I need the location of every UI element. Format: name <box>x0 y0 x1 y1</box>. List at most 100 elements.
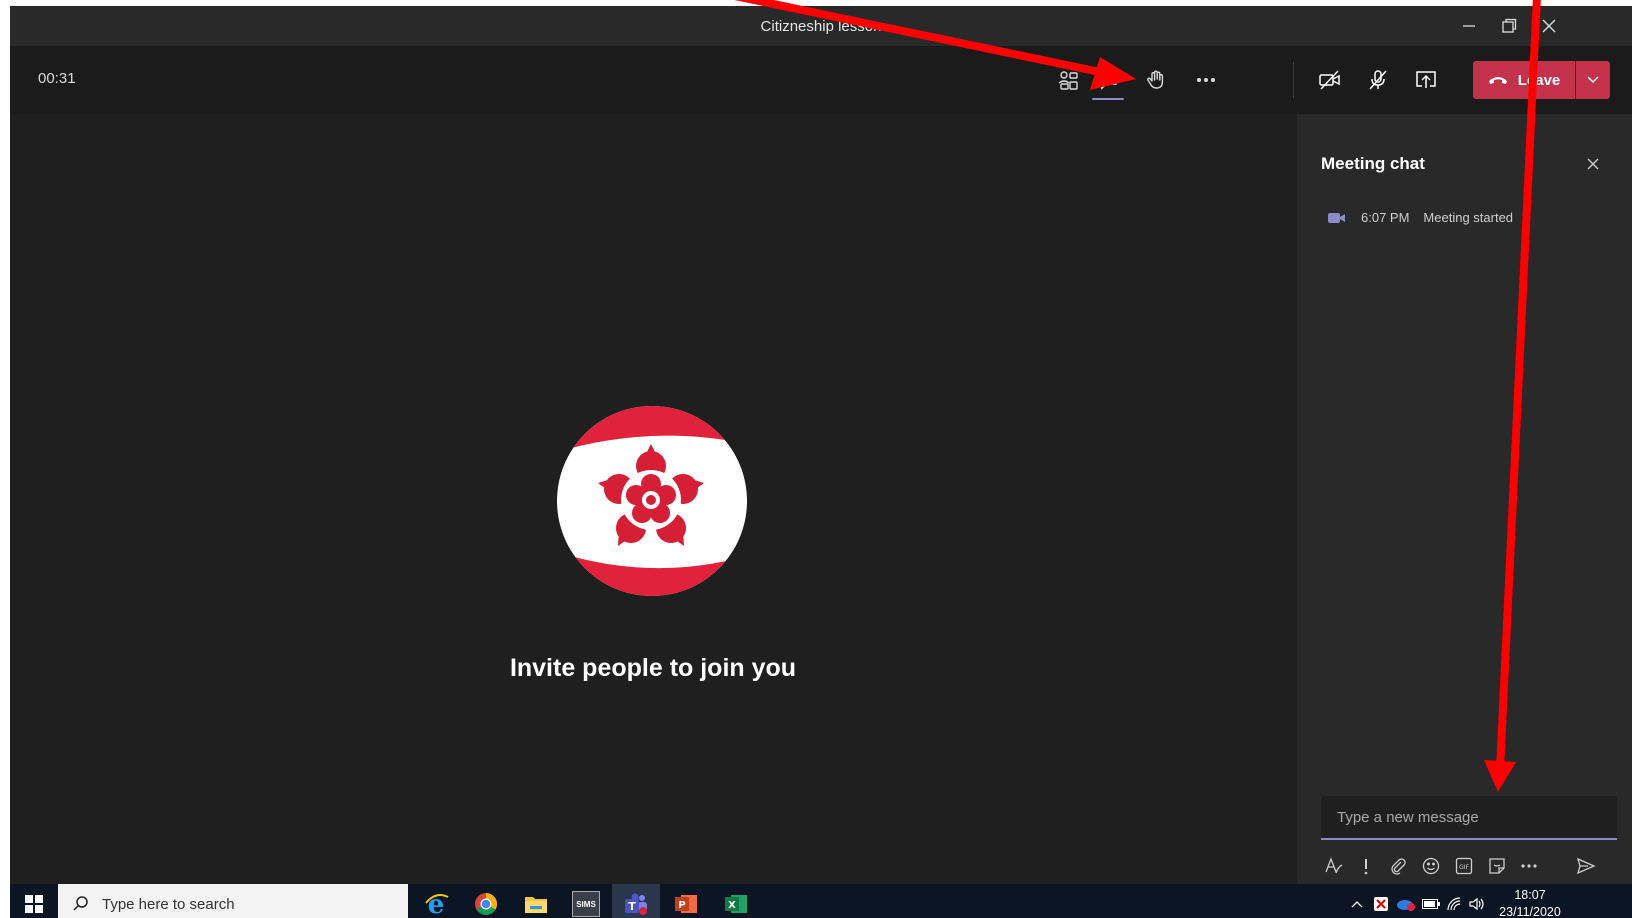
sims-icon: SIMS <box>572 891 600 917</box>
invite-heading: Invite people to join you <box>509 654 797 682</box>
meeting-chat-panel: Meeting chat 6:07 PM Meeting started Typ… <box>1297 114 1632 884</box>
red-x-shield-icon <box>1374 897 1388 911</box>
tray-battery[interactable] <box>1420 884 1442 918</box>
svg-text:GIF: GIF <box>1459 864 1469 871</box>
minimize-button[interactable] <box>1456 14 1482 38</box>
video-camera-icon <box>1328 212 1345 223</box>
mic-off-icon <box>1369 70 1387 90</box>
compose-box[interactable] <box>1321 796 1617 840</box>
gif-icon: GIF <box>1455 857 1473 875</box>
taskbar-search-box[interactable]: Type here to search <box>58 884 408 918</box>
share-content-button[interactable] <box>1406 60 1446 100</box>
sticker-button[interactable] <box>1484 854 1510 878</box>
meeting-avatar <box>557 406 747 596</box>
send-icon <box>1576 857 1596 875</box>
svg-text:P: P <box>678 900 685 911</box>
emoji-button[interactable] <box>1418 854 1444 878</box>
chrome-icon <box>475 893 497 915</box>
meeting-control-bar: 00:31 Leave <box>10 46 1632 114</box>
show-hidden-icons-button[interactable] <box>1346 884 1368 918</box>
format-icon <box>1325 857 1343 874</box>
close-icon <box>1587 158 1599 170</box>
chat-event-time: 6:07 PM <box>1361 210 1410 225</box>
sims-label: SIMS <box>576 899 596 909</box>
close-icon <box>1542 19 1556 33</box>
more-actions-button[interactable] <box>1186 60 1226 100</box>
windows-logo-icon <box>25 895 43 913</box>
close-chat-button[interactable] <box>1583 154 1603 174</box>
chat-event: 6:07 PM Meeting started <box>1327 210 1513 225</box>
tray-network[interactable] <box>1444 884 1466 918</box>
teams-icon: T <box>625 893 647 915</box>
teams-meeting-window: Citizneship lesson 00:31 Leave Invite pe… <box>10 6 1632 918</box>
taskbar-sims[interactable]: SIMS <box>562 884 610 918</box>
emoji-icon <box>1422 857 1440 875</box>
taskbar-excel[interactable]: X <box>712 884 760 918</box>
tray-security-alert[interactable] <box>1370 884 1392 918</box>
people-icon <box>1058 71 1078 90</box>
folder-icon <box>525 897 547 913</box>
windows-taskbar: Type here to search e SIMS T P X 18:07 2… <box>10 884 1632 918</box>
excel-icon: X <box>725 895 747 913</box>
leave-label: Leave <box>1517 71 1561 89</box>
meeting-stage: Invite people to join you <box>10 114 1296 884</box>
search-icon <box>73 896 88 911</box>
taskbar-search-placeholder: Type here to search <box>102 895 235 913</box>
share-screen-icon <box>1416 71 1436 88</box>
paperclip-icon <box>1391 858 1406 875</box>
minimize-icon <box>1463 25 1475 27</box>
svg-text:T: T <box>628 900 636 913</box>
tray-volume[interactable] <box>1466 884 1488 918</box>
format-button[interactable] <box>1321 854 1347 878</box>
more-icon <box>1521 864 1537 868</box>
meeting-timer: 00:31 <box>38 70 76 87</box>
mic-toggle-button[interactable] <box>1358 60 1398 100</box>
sticker-icon <box>1489 858 1505 874</box>
powerpoint-icon: P <box>675 895 697 913</box>
show-conversation-button[interactable] <box>1088 60 1128 100</box>
raise-hand-icon <box>1147 70 1164 89</box>
tray-onedrive[interactable] <box>1394 884 1418 918</box>
taskbar-chrome[interactable] <box>462 884 510 918</box>
important-button[interactable] <box>1353 854 1379 878</box>
clock-date: 23/11/2020 <box>1499 905 1561 918</box>
leave-button[interactable]: Leave <box>1473 61 1575 99</box>
message-input[interactable] <box>1321 796 1617 838</box>
battery-icon <box>1422 899 1440 909</box>
start-button[interactable] <box>10 884 58 918</box>
restore-button[interactable] <box>1496 14 1522 38</box>
send-button[interactable] <box>1573 854 1599 878</box>
gif-button[interactable]: GIF <box>1451 854 1477 878</box>
close-window-button[interactable] <box>1536 14 1562 38</box>
camera-off-icon <box>1319 70 1340 90</box>
taskbar-clock[interactable]: 18:07 23/11/2020 <box>1488 887 1572 918</box>
more-icon <box>1197 78 1215 82</box>
onedrive-error-icon <box>1397 900 1415 911</box>
chevron-down-icon <box>1587 76 1599 84</box>
leave-options-button[interactable] <box>1576 61 1610 99</box>
camera-toggle-button[interactable] <box>1310 60 1350 100</box>
raise-hand-button[interactable] <box>1136 60 1176 100</box>
control-divider <box>1293 62 1294 98</box>
attach-button[interactable] <box>1385 854 1411 878</box>
taskbar-internet-explorer[interactable]: e <box>412 884 460 918</box>
taskbar-teams[interactable]: T <box>612 884 660 918</box>
clock-time: 18:07 <box>1514 888 1546 902</box>
svg-text:X: X <box>728 900 736 911</box>
chat-title: Meeting chat <box>1321 154 1425 173</box>
window-title: Citizneship lesson <box>760 18 882 35</box>
chat-icon <box>1099 71 1117 90</box>
internet-explorer-icon: e <box>425 891 449 917</box>
hang-up-icon <box>1488 77 1507 84</box>
title-bar: Citizneship lesson <box>10 6 1632 46</box>
taskbar-powerpoint[interactable]: P <box>662 884 710 918</box>
compose-toolbar: GIF <box>1321 852 1621 880</box>
speaker-icon <box>1469 897 1484 911</box>
exclamation-icon <box>1364 859 1368 875</box>
participants-button[interactable] <box>1048 60 1088 100</box>
chat-event-text: Meeting started <box>1423 210 1514 225</box>
red-rose-emblem-icon <box>557 406 747 596</box>
taskbar-file-explorer[interactable] <box>512 884 560 918</box>
more-options-button[interactable] <box>1516 854 1542 878</box>
wifi-icon <box>1447 897 1461 911</box>
